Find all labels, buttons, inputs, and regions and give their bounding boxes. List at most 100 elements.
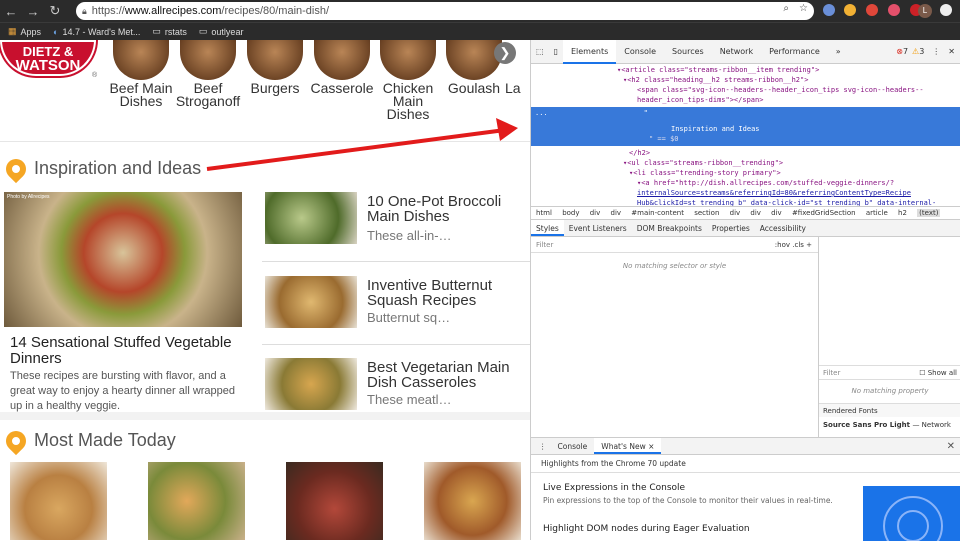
tab-properties[interactable]: Properties [707,220,755,236]
hov-cls-controls[interactable]: :hov .cls + [775,237,812,253]
back-icon[interactable]: ← [0,4,22,19]
breadcrumb-item[interactable]: #fixedGridSection [792,209,856,217]
kebab-menu-icon[interactable]: ⋮ [932,47,940,56]
apps-grid-icon: ▦ [8,26,17,36]
menu-icon[interactable] [940,4,952,16]
bookmark-rstats[interactable]: ▭ rstats [152,26,187,37]
no-matching-message: No matching selector or style [622,262,727,270]
tab-network[interactable]: Network [712,40,761,64]
lock-icon: 🔒︎ [82,5,87,16]
dom-line[interactable]: internalSource=streams&referringId=80&re… [531,188,960,198]
kebab-menu-icon[interactable]: ⋮ [531,438,551,454]
tab-performance[interactable]: Performance [761,40,828,64]
tab-styles[interactable]: Styles [531,220,564,236]
recipe-card-image[interactable] [148,462,245,540]
feature-image[interactable]: Photo by Allrecipes [4,192,242,327]
breadcrumb-item[interactable]: html [536,209,552,217]
breadcrumb-item[interactable]: div [611,209,622,217]
whats-new-title[interactable]: Highlight DOM nodes during Eager Evaluat… [543,524,750,534]
dom-line[interactable]: " == $0 [531,134,960,144]
dom-line[interactable]: Hub&clickId=st_trending_b" data-click-id… [531,198,960,206]
breadcrumb-item[interactable]: div [730,209,741,217]
breadcrumb-item[interactable]: h2 [898,209,907,217]
story-thumbnail [265,276,357,328]
tab-event-listeners[interactable]: Event Listeners [564,220,632,236]
bookmark-apps[interactable]: ▦ Apps [8,26,41,37]
drawer-tab-console[interactable]: Console [551,438,595,454]
breadcrumb-item[interactable]: #main-content [631,209,684,217]
category-beef-main-dishes[interactable]: Beef Main Dishes [106,40,176,108]
category-beef-stroganoff[interactable]: Beef Stroganoff [173,40,243,108]
dom-line-text[interactable]: Inspiration and Ideas [531,124,960,134]
recipe-card-image[interactable] [286,462,383,540]
avatar[interactable]: L [918,4,932,18]
dom-line[interactable]: ▾<a href="http://dish.allrecipes.com/stu… [531,178,960,188]
extension-icon[interactable] [844,4,856,16]
breadcrumb-item[interactable]: (text) [917,209,941,217]
dom-line[interactable]: <span class="svg-icon--headers--header_i… [531,85,960,95]
registered-mark: ® [92,72,98,79]
story-description: These all-in-… [367,228,452,243]
breadcrumb-item[interactable]: div [750,209,761,217]
feature-title[interactable]: 14 Sensational Stuffed Vegetable Dinners [10,335,242,367]
category-casserole[interactable]: Casserole [307,40,377,95]
tab-elements[interactable]: Elements [562,39,617,64]
computed-filter-input[interactable]: Filter ☐ Show all [819,365,960,380]
dom-line[interactable]: header_icon_tips-dims"></span> [531,95,960,105]
story-title: 10 One-Pot Broccoli Main Dishes [367,193,502,225]
no-matching-property: No matching property [851,387,929,395]
breadcrumb-item[interactable]: article [866,209,888,217]
whats-new-title[interactable]: Live Expressions in the Console [543,483,685,493]
story-item[interactable]: 10 One-Pot Broccoli Main Dishes These al… [265,192,525,262]
device-toggle-icon[interactable]: ▯ [549,47,563,56]
breadcrumb-item[interactable]: div [590,209,601,217]
address-bar[interactable]: 🔒︎ https://www.allrecipes.com/recipes/80… [76,2,814,20]
carousel-next-button[interactable]: ❯ [494,42,516,64]
inspect-icon[interactable]: ⬚ [531,47,549,56]
recipe-card-image[interactable] [10,462,107,540]
error-count-icon[interactable]: ⊗ [896,47,903,56]
story-title: Inventive Butternut Squash Recipes [367,277,493,309]
tab-dom-breakpoints[interactable]: DOM Breakpoints [632,220,707,236]
story-item[interactable]: Inventive Butternut Squash Recipes Butte… [265,276,525,346]
extension-icon[interactable] [823,4,835,16]
close-icon[interactable]: ✕ [948,47,955,56]
bookmark-wards[interactable]: ◐ 14.7 - Ward's Met... [53,27,140,37]
tab-more[interactable]: » [828,40,849,64]
tab-accessibility[interactable]: Accessibility [755,220,811,236]
dom-line[interactable]: ▾<ul class="streams-ribbon__trending"> [531,158,960,168]
forward-icon[interactable]: → [22,4,44,19]
category-burgers[interactable]: Burgers [240,40,310,95]
styles-filter-input[interactable]: Filter :hov .cls + [531,237,818,253]
breadcrumb-item[interactable]: div [771,209,782,217]
star-icon[interactable]: ☆ [799,3,808,14]
show-all-checkbox[interactable]: ☐ Show all [919,366,957,380]
inspiration-header: Inspiration and Ideas [1,154,201,183]
category-chicken-main-dishes[interactable]: Chicken Main Dishes [373,40,443,121]
brand-logo[interactable]: DIETZ & WATSON [0,40,96,76]
reload-icon[interactable]: ↻ [44,3,66,19]
dom-line[interactable]: ▾<li class="trending-story primary"> [531,168,960,178]
extension-icon[interactable] [888,4,900,16]
shield-icon[interactable] [866,4,878,16]
zoom-icon[interactable]: ⌕ [783,3,789,14]
breadcrumb-item[interactable]: section [694,209,719,217]
warning-count-icon[interactable]: ⚠ [912,47,919,56]
close-icon[interactable]: ✕ [947,438,955,455]
dom-line[interactable]: </h2> [531,148,960,158]
dom-line[interactable]: ▾<article class="streams-ribbon__item tr… [531,65,960,75]
category-image [247,40,303,80]
dom-line-ellipsis[interactable]: ... " [531,108,960,118]
tab-sources[interactable]: Sources [664,40,712,64]
folder-icon: ▭ [152,26,161,36]
dom-line[interactable]: ▾<h2 class="heading__h2 streams-ribbon__… [531,75,960,85]
breadcrumb-item[interactable]: body [562,209,579,217]
url-host: www.allrecipes.com [124,5,222,17]
devtools-tabbar: ⬚ ▯ Elements Console Sources Network Per… [531,39,960,64]
tab-console[interactable]: Console [616,40,664,64]
recipe-card-image[interactable] [424,462,521,540]
bookmark-outlyear[interactable]: ▭ outlyear [199,26,244,37]
bookmarks-bar: ▦ Apps ◐ 14.7 - Ward's Met... ▭ rstats ▭ out… [0,22,960,40]
drawer-tab-whats-new[interactable]: What's New × [594,438,662,454]
pin-icon [1,426,31,455]
